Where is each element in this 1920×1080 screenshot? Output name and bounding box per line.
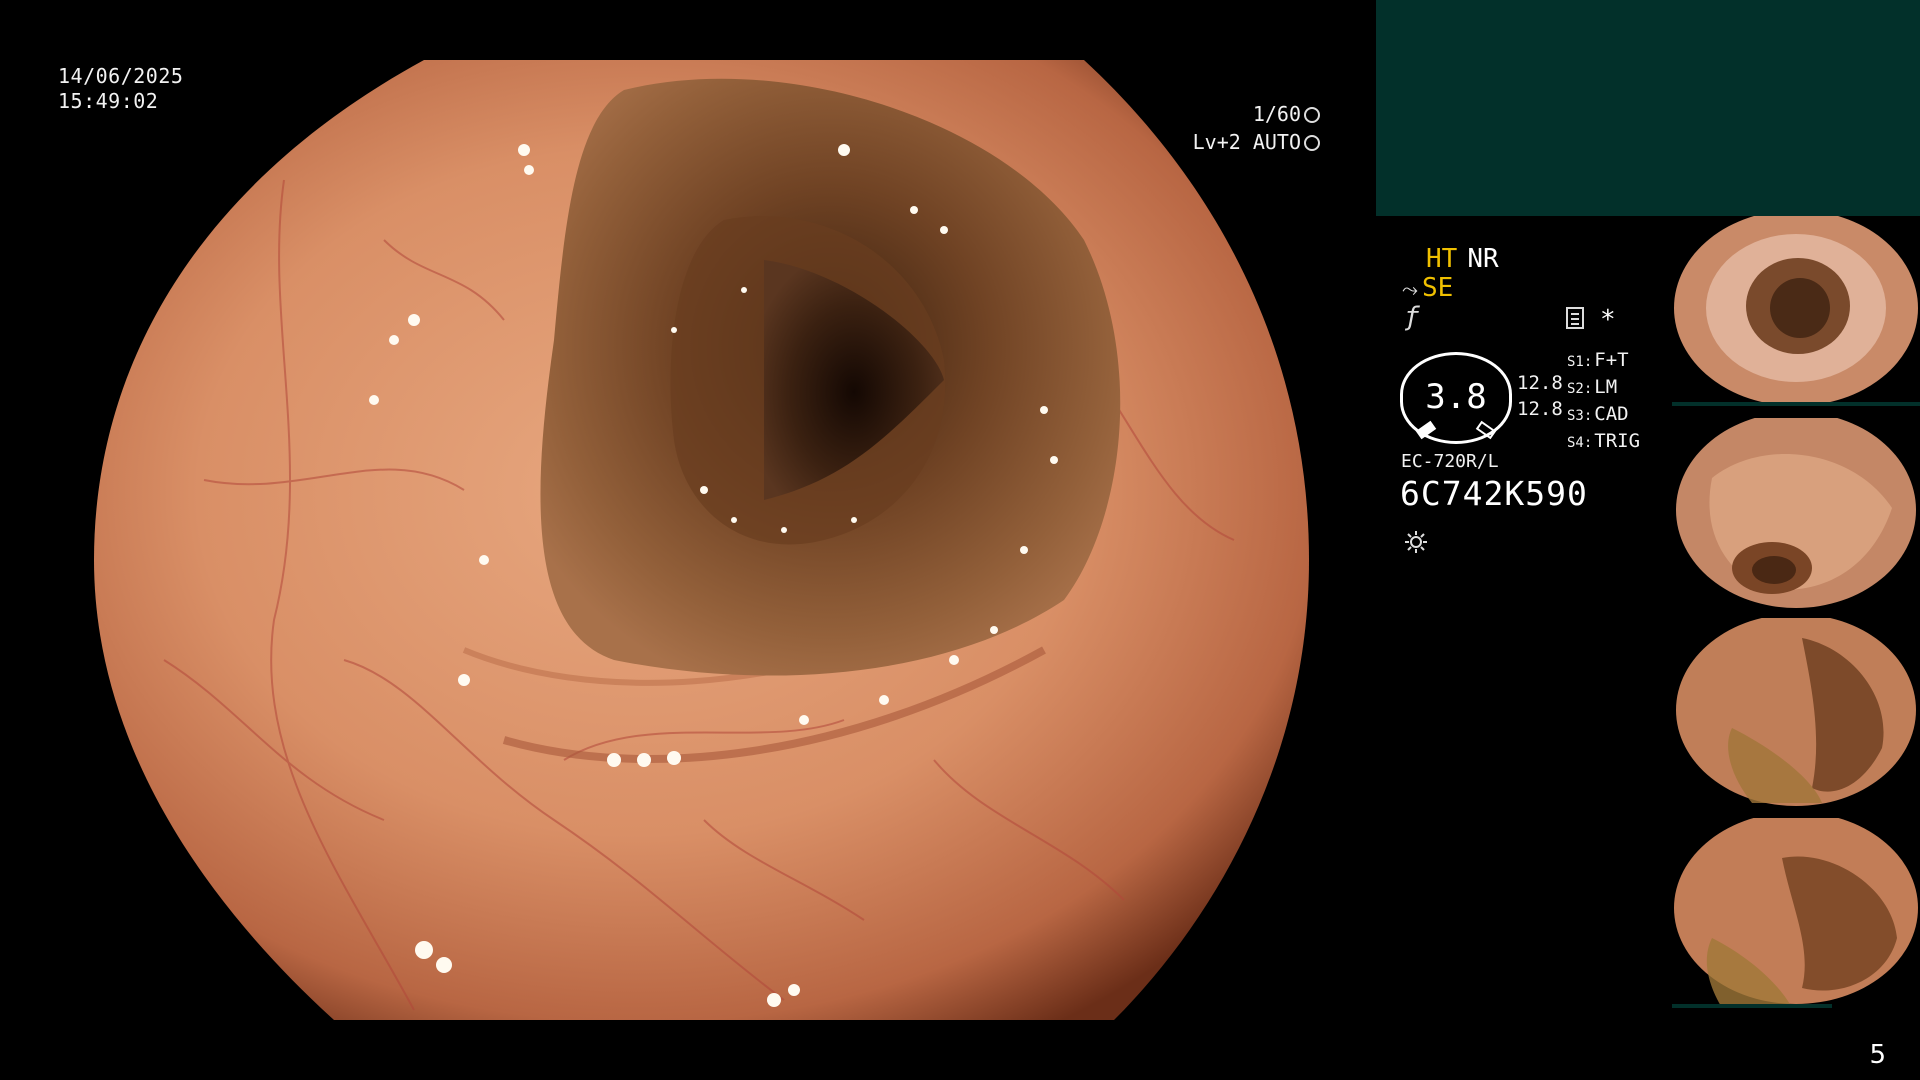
switch-value: TRIG	[1594, 430, 1641, 452]
shutter-icon	[1304, 107, 1320, 123]
thumbnail-capture-1[interactable]	[1672, 216, 1920, 406]
zoom-marker-right	[1475, 420, 1497, 440]
scope-icon: ⤳	[1402, 277, 1418, 301]
switch-row: S2: LM	[1567, 375, 1640, 402]
exposure-readout: 1/60 Lv+2 AUTO	[1193, 100, 1320, 156]
switch-key: S3:	[1567, 408, 1593, 424]
frequency-readout: 12.8 12.8	[1517, 370, 1563, 422]
thumbnail-capture-2[interactable]	[1672, 418, 1920, 608]
light-icon	[1405, 531, 1427, 553]
memory-icon	[1566, 307, 1584, 329]
switch-value: F+T	[1594, 349, 1629, 371]
switch-row: S3: CAD	[1567, 402, 1640, 429]
mode-nr: NR	[1467, 244, 1499, 274]
zoom-value: 3.8	[1425, 377, 1487, 417]
switch-key: S2:	[1567, 381, 1593, 397]
scope-model: EC-720R/L	[1401, 451, 1499, 472]
se-indicator: ⤳ SE	[1402, 273, 1453, 303]
thumbnail-capture-3[interactable]	[1672, 618, 1920, 808]
info-panel-header	[1376, 0, 1920, 216]
mode-se: SE	[1422, 273, 1454, 303]
mode-indicator: HT NR	[1426, 244, 1499, 274]
mode-ht: HT	[1426, 244, 1458, 274]
page-number: 5	[1869, 1040, 1886, 1070]
scope-switches: S1: F+T S2: LM S3: CAD S4: TRIG	[1567, 348, 1640, 456]
switch-key: S1:	[1567, 354, 1593, 370]
f-icon: ƒ	[1404, 302, 1420, 332]
freq-value-1: 12.8	[1517, 372, 1563, 394]
zoom-marker-left	[1415, 420, 1437, 440]
scope-serial: 6C742K590	[1400, 474, 1588, 513]
zoom-badge: 3.8	[1400, 352, 1512, 444]
switch-key: S4:	[1567, 435, 1593, 451]
endoscopic-view	[84, 60, 1314, 1020]
switch-value: CAD	[1594, 403, 1629, 425]
star-indicator: *	[1600, 305, 1616, 335]
freq-value-2: 12.8	[1517, 398, 1563, 420]
thumbnail-capture-4[interactable]	[1672, 818, 1920, 1008]
iris-icon	[1304, 135, 1320, 151]
level-text: Lv+2 AUTO	[1192, 130, 1301, 154]
switch-row: S4: TRIG	[1567, 429, 1640, 456]
shutter-text: 1/60	[1252, 102, 1301, 126]
switch-row: S1: F+T	[1567, 348, 1640, 375]
switch-value: LM	[1594, 376, 1618, 398]
